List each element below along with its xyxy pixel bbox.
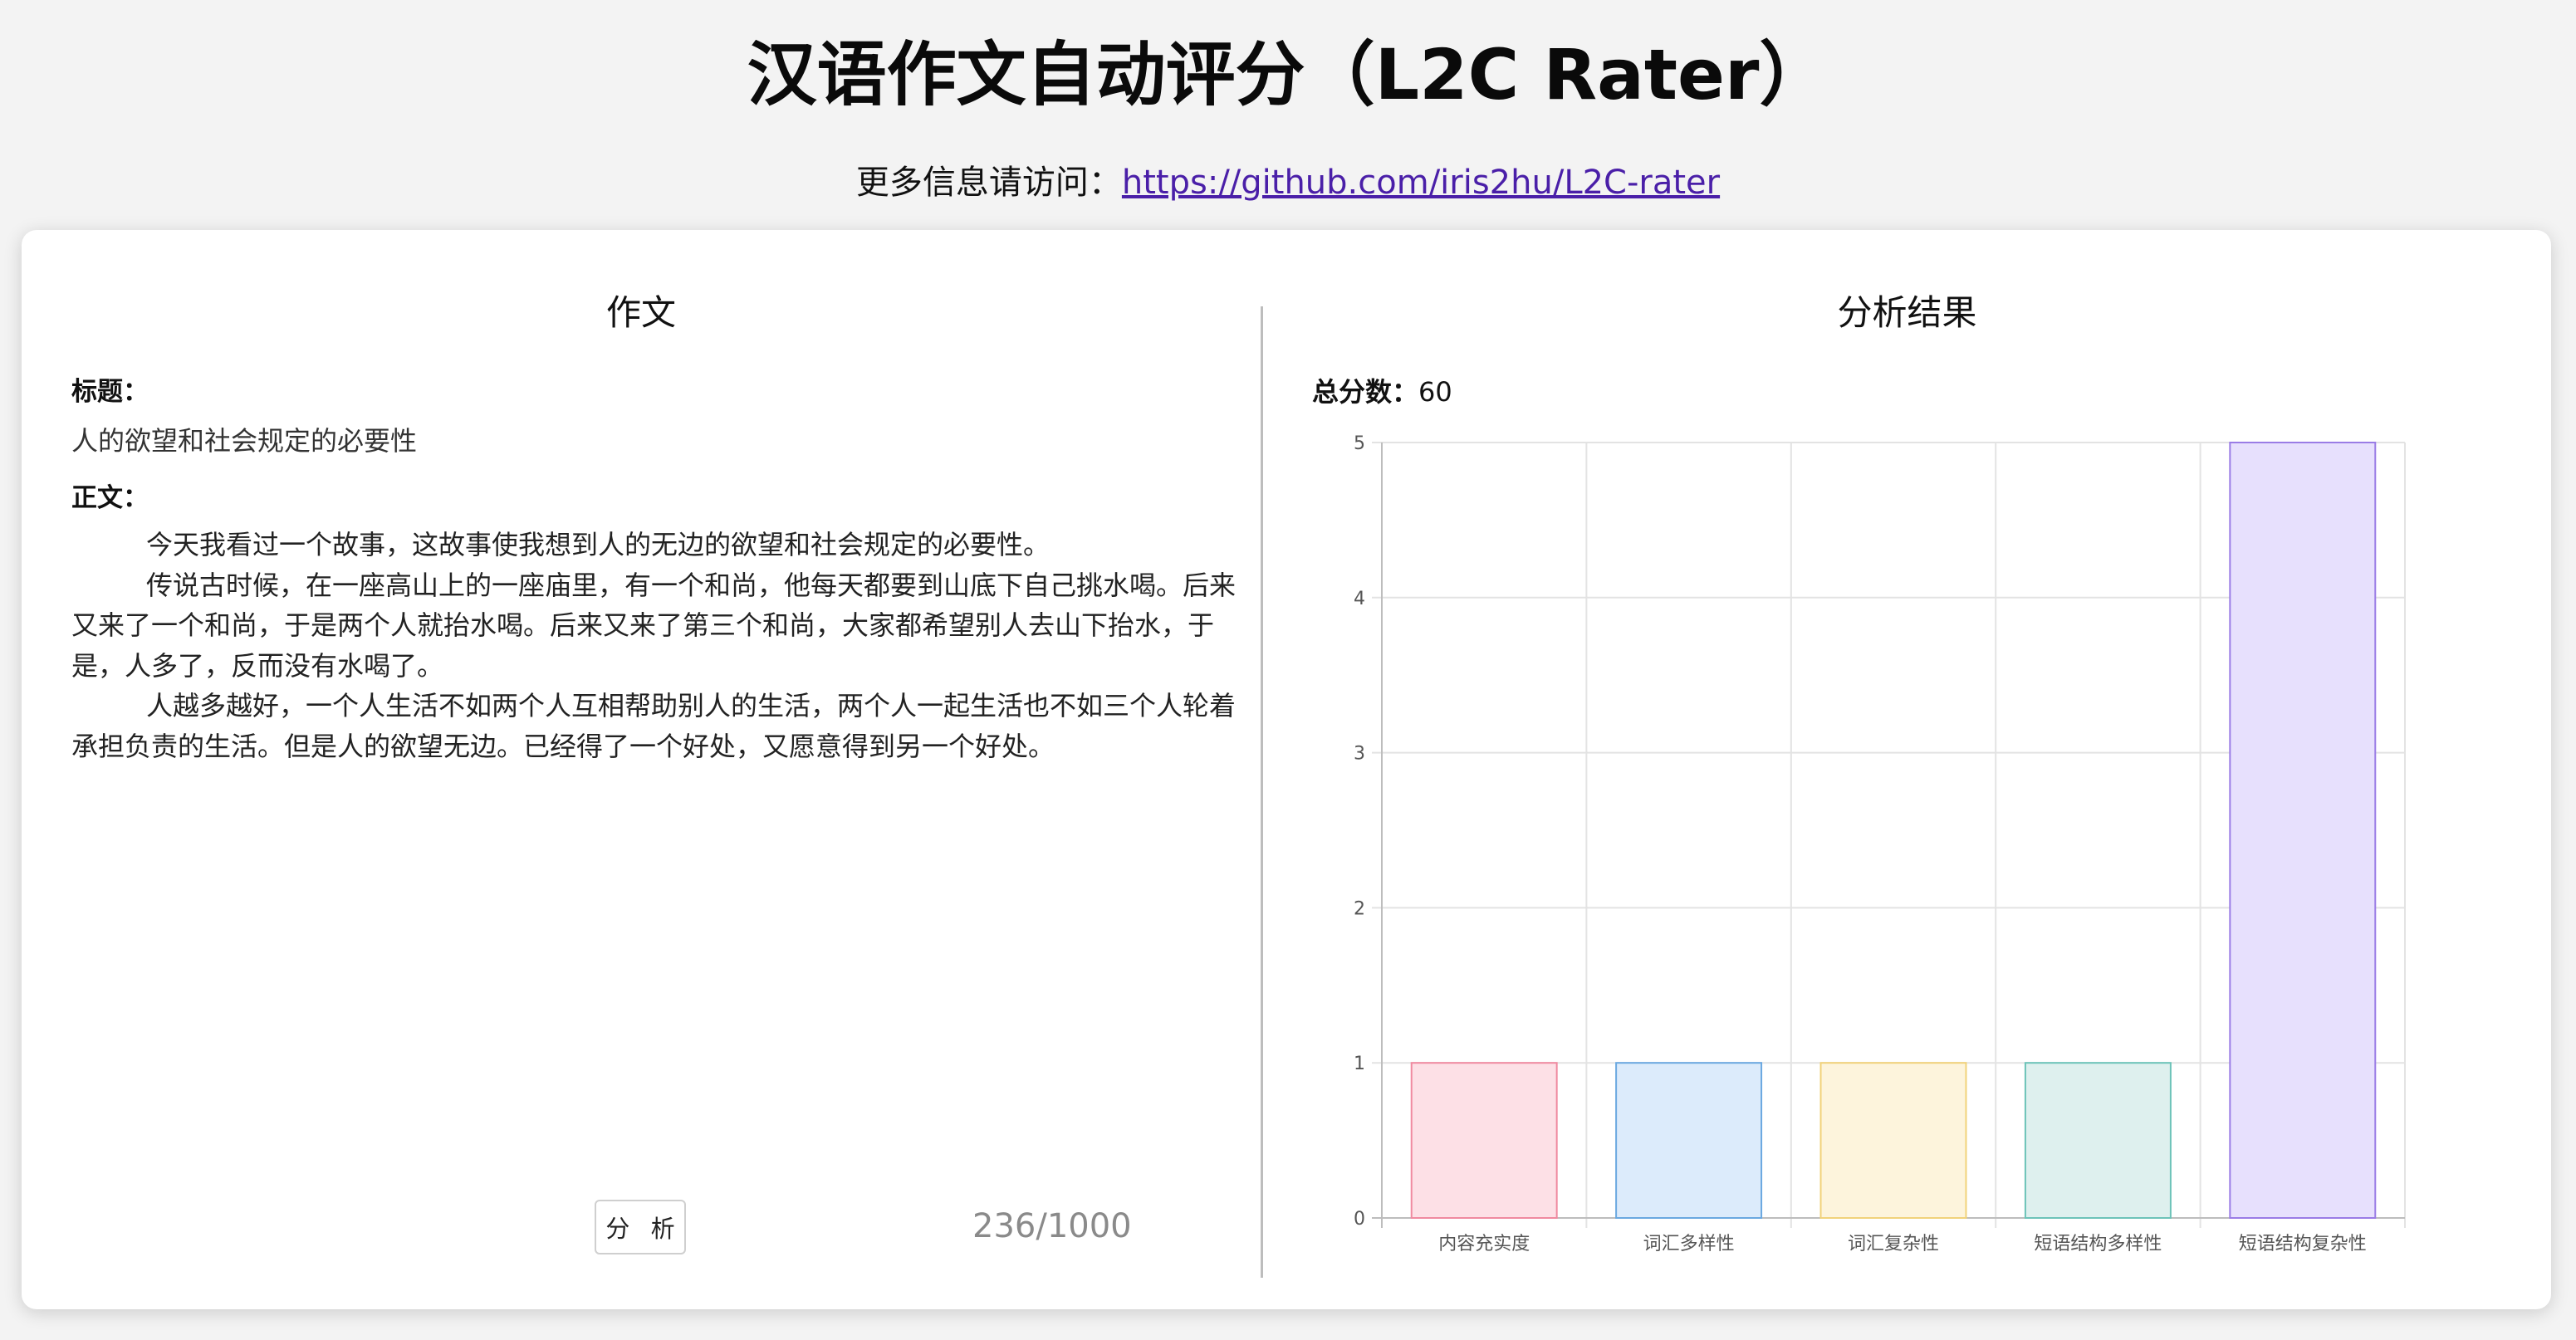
main-card: 作文 分析结果 标题： 人的欲望和社会规定的必要性 正文： 今天我看过一个故事，…	[22, 230, 2551, 1309]
bar	[2229, 442, 2377, 1219]
x-tick-label: 词汇复杂性	[1848, 1234, 1939, 1254]
more-info-line: 更多信息请访问：https://github.com/iris2hu/L2C-r…	[0, 158, 2576, 208]
essay-paragraph: 今天我看过一个故事，这故事使我想到人的无边的欲望和社会规定的必要性。	[146, 529, 1050, 560]
x-tick-label: 短语结构多样性	[2034, 1234, 2162, 1254]
body-label: 正文：	[71, 483, 149, 513]
essay-body-textarea[interactable]: 今天我看过一个故事，这故事使我想到人的无边的欲望和社会规定的必要性。 传说古时候…	[71, 525, 1241, 766]
y-tick-label: 3	[1354, 744, 1365, 765]
y-tick-label: 0	[1354, 1209, 1365, 1230]
score-bar-chart: 0 1 2 3 4 5 内容充实度 词汇多样性 词汇复杂性 短语结构多样性 短语结构复杂性	[1354, 433, 2406, 1254]
bar	[1819, 1062, 1967, 1220]
page-title: 汉语作文自动评分（L2C Rater）	[747, 34, 1829, 115]
essay-panel-heading: 作文	[605, 292, 676, 333]
analyze-button[interactable]: 分 析	[595, 1200, 686, 1254]
total-score-value: 60	[1418, 376, 1452, 408]
y-tick-label: 1	[1354, 1054, 1365, 1074]
x-tick-label: 内容充实度	[1438, 1234, 1530, 1254]
github-link[interactable]: https://github.com/iris2hu/L2C-rater	[1122, 164, 1720, 202]
total-score-label: 总分数：	[1312, 376, 1419, 408]
bar	[1615, 1062, 1763, 1220]
x-tick-label: 短语结构复杂性	[2239, 1234, 2367, 1254]
essay-title-text: 人的欲望和社会规定的必要性	[71, 425, 418, 457]
y-tick-label: 4	[1354, 589, 1365, 609]
x-tick-label: 词汇多样性	[1643, 1234, 1735, 1254]
total-score: 总分数：60	[1312, 373, 1452, 411]
y-tick-label: 5	[1354, 433, 1365, 454]
panel-divider	[1261, 306, 1263, 1278]
more-info-prefix: 更多信息请访问：	[855, 164, 1122, 202]
character-count: 236/1000	[972, 1207, 1132, 1245]
essay-paragraph: 人越多越好，一个人生活不如两个人互相帮助别人的生活，两个人一起生活也不如三个人轮…	[71, 690, 1237, 762]
title-label: 标题：	[71, 377, 149, 407]
y-tick-label: 2	[1354, 898, 1365, 919]
bar	[1410, 1062, 1558, 1220]
result-panel-heading: 分析结果	[1837, 292, 1977, 333]
bar	[2024, 1062, 2172, 1220]
essay-paragraph: 传说古时候，在一座高山上的一座庙里，有一个和尚，他每天都要到山底下自己挑水喝。后…	[71, 569, 1237, 682]
